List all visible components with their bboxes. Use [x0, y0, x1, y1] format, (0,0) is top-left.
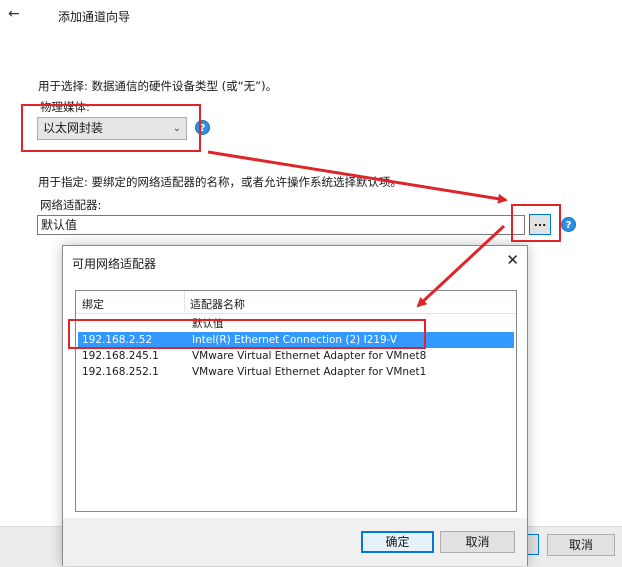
arrow-to-browse [207, 150, 508, 204]
annotation-arrows [207, 150, 508, 308]
arrow-to-selected-row [416, 224, 506, 308]
